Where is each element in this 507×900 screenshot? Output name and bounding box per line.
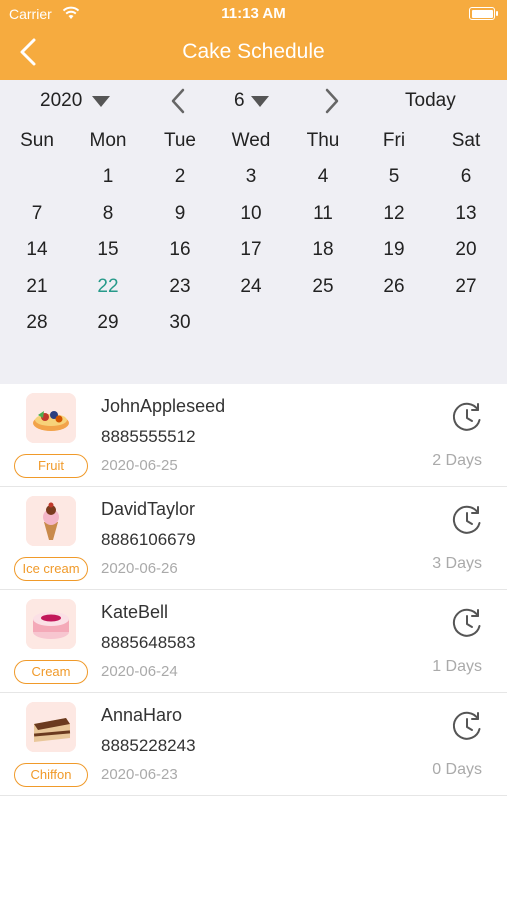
weekday-header: Sun [20, 130, 54, 151]
calendar-day[interactable]: 14 [1, 233, 73, 267]
calendar-day[interactable]: 12 [358, 197, 430, 231]
calendar-day[interactable]: 2 [144, 160, 216, 194]
order-date: 2020-06-23 [101, 766, 178, 783]
calendar-day[interactable]: 6 [430, 160, 502, 194]
customer-name: KateBell [101, 602, 169, 622]
order-date: 2020-06-25 [101, 457, 178, 474]
list-item[interactable]: Cream KateBell 8885648583 2020-06-24 1 D… [0, 590, 507, 693]
calendar-day[interactable]: 17 [215, 233, 287, 267]
category-tag: Cream [14, 660, 88, 684]
days-remaining: 2 Days [432, 452, 482, 469]
days-remaining: 1 Days [432, 658, 482, 675]
category-tag: Ice cream [14, 557, 88, 581]
customer-name: AnnaHaro [101, 705, 183, 725]
calendar-day[interactable]: 19 [358, 233, 430, 267]
calendar-day[interactable]: 23 [144, 270, 216, 304]
status-bar: Carrier 11:13 AM [0, 0, 507, 28]
page-title: Cake Schedule [182, 40, 325, 63]
customer-phone: 8886106679 [101, 530, 196, 549]
nav-header: Carrier 11:13 AM Cake Schedule [0, 0, 507, 80]
weekday-header: Tue [163, 130, 197, 151]
calendar-day[interactable]: 11 [287, 197, 359, 231]
calendar-day[interactable]: 8 [72, 197, 144, 231]
weekday-header: Sat [451, 130, 481, 151]
calendar-day[interactable]: 27 [430, 270, 502, 304]
customer-name: DavidTaylor [101, 499, 196, 519]
customer-phone: 8885648583 [101, 633, 196, 652]
order-date: 2020-06-26 [101, 560, 178, 577]
calendar-controls: 2020 6 Today [0, 80, 507, 122]
calendar-day[interactable]: 15 [72, 233, 144, 267]
calendar-day[interactable]: 30 [144, 306, 216, 340]
calendar-day[interactable]: 10 [215, 197, 287, 231]
weekday-header: Fri [382, 130, 406, 151]
calendar-day[interactable]: 1 [72, 160, 144, 194]
calendar-day[interactable]: 21 [1, 270, 73, 304]
category-tag: Fruit [14, 454, 88, 478]
battery-icon [469, 7, 498, 20]
weekday-header: Thu [306, 130, 340, 151]
weekday-header: Wed [231, 130, 271, 151]
calendar-panel: 2020 6 Today Sun Mon Tue Wed Thu Fri Sat… [0, 80, 507, 384]
customer-phone: 8885555512 [101, 427, 196, 446]
year-dropdown-icon[interactable] [92, 96, 110, 107]
calendar-day[interactable]: 13 [430, 197, 502, 231]
clock-icon[interactable] [450, 709, 484, 743]
weekday-header: Mon [89, 130, 127, 151]
days-remaining: 0 Days [432, 761, 482, 778]
calendar-day[interactable]: 3 [215, 160, 287, 194]
calendar-day[interactable]: 28 [1, 306, 73, 340]
calendar-day[interactable]: 20 [430, 233, 502, 267]
month-dropdown-icon[interactable] [251, 96, 269, 107]
today-button[interactable]: Today [405, 90, 456, 112]
calendar-day[interactable]: 4 [287, 160, 359, 194]
order-date: 2020-06-24 [101, 663, 178, 680]
list-item[interactable]: Chiffon AnnaHaro 8885228243 2020-06-23 0… [0, 693, 507, 796]
calendar-day[interactable]: 26 [358, 270, 430, 304]
clock-icon[interactable] [450, 503, 484, 537]
calendar-day[interactable]: 7 [1, 197, 73, 231]
days-remaining: 3 Days [432, 555, 482, 572]
list-item[interactable]: Ice cream DavidTaylor 8886106679 2020-06… [0, 487, 507, 590]
prev-month-icon[interactable] [168, 86, 190, 116]
month-selector[interactable]: 6 [234, 90, 245, 112]
clock-icon[interactable] [450, 606, 484, 640]
cream-cake-icon [26, 599, 76, 649]
calendar-day[interactable]: 24 [215, 270, 287, 304]
next-month-icon[interactable] [320, 86, 342, 116]
calendar-day[interactable]: 29 [72, 306, 144, 340]
year-selector[interactable]: 2020 [40, 90, 82, 112]
clock-icon[interactable] [450, 400, 484, 434]
ice-cream-icon [26, 496, 76, 546]
customer-name: JohnAppleseed [101, 396, 226, 416]
calendar-day[interactable]: 16 [144, 233, 216, 267]
fruit-tart-icon [26, 393, 76, 443]
calendar-day[interactable]: 18 [287, 233, 359, 267]
chiffon-cake-icon [26, 702, 76, 752]
clock-time: 11:13 AM [221, 5, 286, 22]
calendar-day[interactable]: 25 [287, 270, 359, 304]
calendar-day[interactable]: 5 [358, 160, 430, 194]
customer-phone: 8885228243 [101, 736, 196, 755]
calendar-day-selected[interactable]: 22 [72, 270, 144, 304]
calendar-day[interactable]: 9 [144, 197, 216, 231]
list-item[interactable]: Fruit JohnAppleseed 8885555512 2020-06-2… [0, 384, 507, 487]
category-tag: Chiffon [14, 763, 88, 787]
